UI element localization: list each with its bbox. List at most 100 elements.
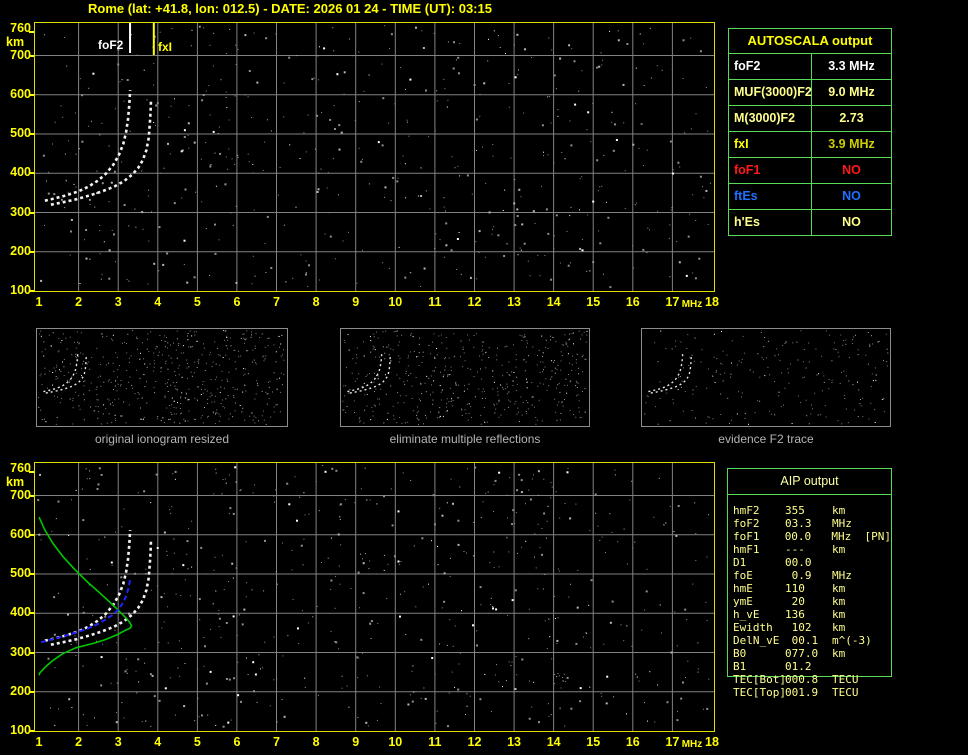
x-axis-label: 2 — [75, 295, 83, 309]
x-axis-label: 17 — [665, 295, 680, 309]
x-axis-label: 10 — [388, 295, 403, 309]
y-axis-label: 500 — [10, 566, 31, 581]
aip-row-name: hmF2 — [733, 504, 760, 517]
bottom-profilogram-canvas — [35, 463, 714, 731]
autoscala-row: ftEs NO — [728, 184, 892, 210]
thumbnail-eliminate-reflections — [340, 328, 590, 427]
x-axis-label: 13 — [507, 735, 521, 749]
x-axis-label: 9 — [352, 735, 360, 749]
autoscala-table-title: AUTOSCALA output — [728, 28, 892, 54]
top-ionogram-canvas — [35, 23, 714, 291]
x-axis-label: 14 — [546, 295, 561, 309]
y-axis-unit-label: km — [6, 475, 25, 489]
foF2-marker-label: foF2 — [98, 38, 124, 52]
aip-row-name: Ewidth — [733, 621, 773, 634]
aip-row-unit: MHz — [832, 517, 852, 530]
aip-output-table: AIP output hmF2 355 km foF2 03.3 MHz foF1 00.0 M… — [727, 468, 892, 699]
aip-row-name: foE — [733, 569, 753, 582]
x-axis-label: 17 — [665, 735, 680, 749]
aip-row: ymE 20 km — [728, 595, 891, 608]
x-axis-label: 18 — [705, 735, 719, 749]
thumbnail-original-ionogram — [36, 328, 288, 427]
aip-row: TEC[Bot] 000.8 TECU — [728, 673, 891, 686]
autoscala-row-label: MUF(3000)F2 — [729, 80, 812, 105]
aip-row-value: 00.1 — [785, 634, 819, 647]
aip-row: foE 0.9 MHz — [728, 569, 891, 582]
aip-row-value: 20 — [785, 595, 805, 608]
aip-row-name: ymE — [733, 595, 753, 608]
x-axis-label: 9 — [352, 295, 360, 309]
aip-row: DelN_vE 00.1 m^(-3) — [728, 634, 891, 647]
aip-row: hmF2 355 km — [728, 504, 891, 517]
x-axis-label: 6 — [233, 735, 241, 749]
aip-row-value: 001.9 — [785, 686, 819, 699]
aip-row-unit: TECU — [832, 673, 859, 686]
autoscala-row: M(3000)F2 2.73 — [728, 106, 892, 132]
thumbnail-caption: evidence F2 trace — [718, 432, 814, 446]
x-axis-label: 12 — [467, 295, 482, 309]
x-axis-label: 11 — [428, 735, 442, 749]
aip-row: Ewidth 102 km — [728, 621, 891, 634]
aip-row-name: foF2 — [733, 517, 760, 530]
x-axis-label: 4 — [154, 735, 162, 749]
aip-row: foF1 00.0 MHz [PN] — [728, 530, 891, 543]
y-axis-label: 700 — [10, 47, 31, 62]
y-axis-label: 760 — [10, 21, 31, 35]
aip-row: D1 00.0 — [728, 556, 891, 569]
thumbnail-canvas — [644, 330, 889, 425]
thumbnail-canvas — [38, 330, 285, 425]
autoscala-row: fxI 3.9 MHz — [728, 132, 892, 158]
x-axis-label: 14 — [546, 735, 561, 749]
x-axis-label: 7 — [273, 735, 280, 749]
aip-row-value: 03.3 — [785, 517, 812, 530]
autoscala-row-label: h'Es — [729, 210, 812, 235]
y-axis-label: 760 — [10, 461, 31, 475]
aip-row-name: hmE — [733, 582, 753, 595]
aip-row-unit: MHz [PN] — [831, 530, 891, 543]
x-axis-label: 5 — [193, 735, 201, 749]
y-axis-label: 100 — [10, 723, 31, 737]
x-axis-label: 16 — [625, 735, 640, 749]
y-axis-label: 700 — [10, 487, 31, 502]
aip-row-unit: km — [832, 595, 846, 608]
aip-row-value: 136 — [785, 608, 805, 621]
x-axis-label: 13 — [507, 295, 521, 309]
x-axis-label: 7 — [273, 295, 280, 309]
aip-row: B1 01.2 — [728, 660, 891, 673]
x-axis-label: 15 — [586, 735, 601, 749]
aip-row: hmE 110 km — [728, 582, 891, 595]
aip-row-value: 355 — [785, 504, 805, 517]
aip-row-unit: km — [832, 543, 846, 556]
x-axis-label: 4 — [154, 295, 162, 309]
x-axis-label: 16 — [625, 295, 640, 309]
aip-row: h_vE 136 km — [728, 608, 891, 621]
aip-row-value: 110 — [785, 582, 805, 595]
x-axis-label: 12 — [467, 735, 482, 749]
aip-row-value: 0.9 — [785, 569, 812, 582]
bottom-profilogram-plot — [34, 462, 715, 732]
aip-row-value: 102 — [785, 621, 812, 634]
y-axis-label: 600 — [10, 526, 31, 541]
y-axis-label: 400 — [10, 165, 31, 180]
y-axis-label: 100 — [10, 283, 31, 297]
aip-row-name: DelN_vE — [733, 634, 780, 647]
aip-row-unit: km — [832, 608, 846, 621]
autoscala-row: MUF(3000)F2 9.0 MHz — [728, 80, 892, 106]
aip-row-name: D1 — [733, 556, 747, 569]
aip-row-unit: m^(-3) — [832, 634, 872, 647]
x-axis-unit-label: MHz — [681, 299, 703, 310]
aip-table-rows: hmF2 355 km foF2 03.3 MHz foF1 00.0 MHz [PN] hmF1… — [728, 504, 891, 699]
aip-table-title: AIP output — [728, 469, 891, 495]
aip-row-unit: TECU — [832, 686, 859, 699]
page-title: Rome (lat: +41.8, lon: 012.5) - DATE: 20… — [88, 1, 492, 16]
aip-row-unit: km — [832, 504, 846, 517]
top-ionogram-plot — [34, 22, 715, 292]
autoscala-row-value: 3.3 MHz — [828, 59, 875, 73]
aip-row-unit — [832, 660, 891, 673]
autoscala-row-label: ftEs — [729, 184, 812, 209]
aip-row-name: h_vE — [733, 608, 760, 621]
autoscala-row: foF1 NO — [728, 158, 892, 184]
aip-row-name: TEC[Top] — [733, 686, 786, 699]
x-axis-label: 8 — [312, 735, 320, 749]
x-axis-label: 6 — [233, 295, 241, 309]
